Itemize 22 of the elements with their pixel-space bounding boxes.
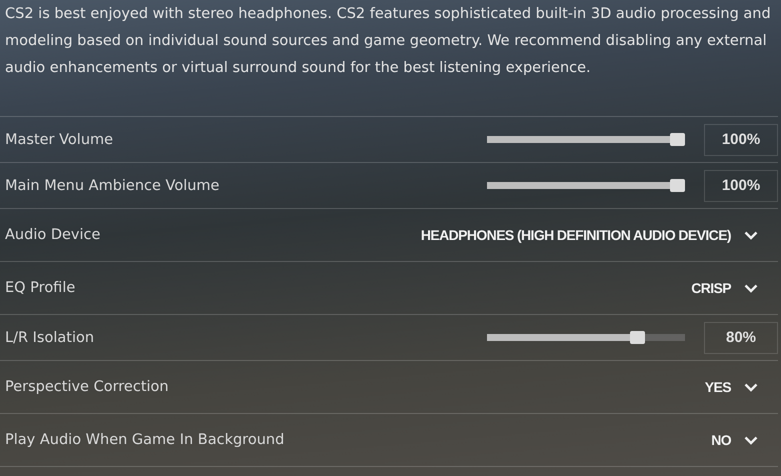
setting-label: EQ Profile xyxy=(5,280,76,296)
chevron-down-icon xyxy=(744,230,758,240)
dropdown[interactable]: CRISP xyxy=(691,280,778,296)
setting-label: Perspective Correction xyxy=(5,379,170,395)
value-field[interactable]: 100% xyxy=(704,170,778,202)
chevron-down-icon xyxy=(744,284,758,292)
setting-label: Play Audio When Game In Background xyxy=(5,432,286,448)
setting-label: Master Volume xyxy=(5,132,114,148)
dropdown[interactable]: HEADPHONES (HIGH DEFINITION AUDIO DEVICE) xyxy=(420,227,778,243)
volume-slider[interactable] xyxy=(487,334,685,341)
chevron-down-icon xyxy=(744,436,758,444)
audio-advice-paragraph: CS2 is best enjoyed with stereo headphones. CS2 features sophisticated built-in 3D audio processing and modeling based on individual sound sources and game geometry. We recommend disabling any external audio enhancements or virtual surround sound for the best listening experience. xyxy=(4,5,772,78)
volume-slider[interactable] xyxy=(487,136,685,143)
setting-label: Main Menu Ambience Volume xyxy=(5,178,220,194)
setting-label: Audio Device xyxy=(5,227,102,243)
setting-label: L/R Isolation xyxy=(5,330,96,346)
dropdown[interactable]: YES xyxy=(704,379,778,395)
value-field[interactable]: 80% xyxy=(704,322,778,354)
volume-slider[interactable] xyxy=(487,182,685,189)
chevron-down-icon xyxy=(744,382,758,392)
value-field[interactable]: 100% xyxy=(704,124,778,156)
dropdown[interactable]: NO xyxy=(711,432,778,448)
